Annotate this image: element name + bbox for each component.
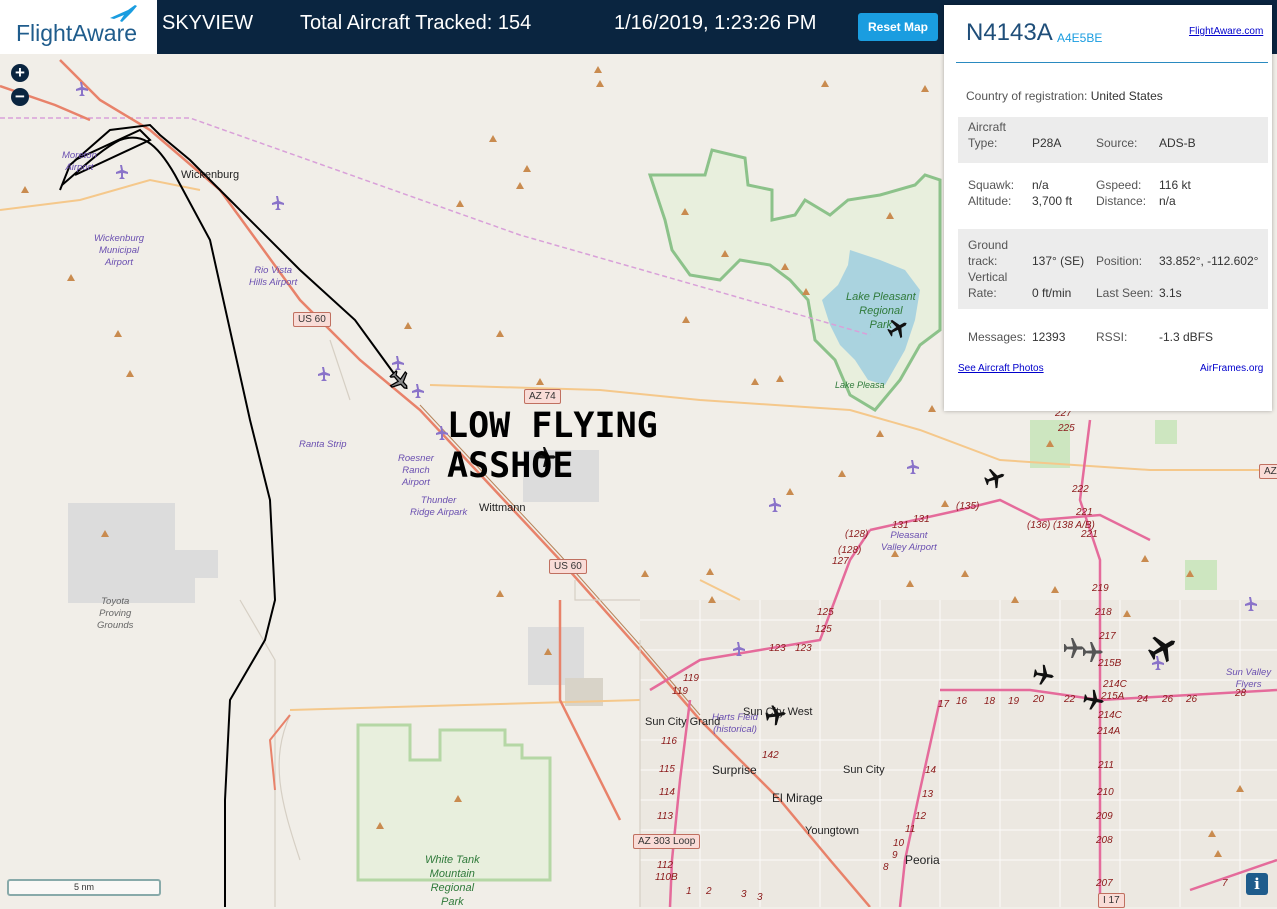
aircraft-marker <box>764 703 788 727</box>
country-of-registration: Country of registration: United States <box>966 89 1163 103</box>
flightaware-logo[interactable]: FlightAware <box>0 0 157 54</box>
zoom-in-button[interactable]: + <box>11 64 29 82</box>
distance-value: n/a <box>1159 194 1176 208</box>
aircraft-hex-code: A4E5BE <box>1057 31 1103 45</box>
last-seen-value: 3.1s <box>1159 286 1182 300</box>
aircraft-marker <box>982 465 1008 491</box>
distance-label: Distance: <box>1096 194 1147 208</box>
app-name: SKYVIEW <box>162 12 254 34</box>
country-label: Country of registration: <box>966 89 1088 103</box>
messages-value: 12393 <box>1032 330 1066 344</box>
squawk-value: n/a <box>1032 178 1049 192</box>
annotation-line-1: LOW FLYING <box>447 406 658 446</box>
aircraft-type-value: P28A <box>1032 136 1062 150</box>
aircraft-type-label: Aircraft Type: <box>968 120 1007 150</box>
see-aircraft-photos-link[interactable]: See Aircraft Photos <box>958 363 1044 374</box>
country-value: United States <box>1090 89 1163 103</box>
aircraft-marker <box>1083 642 1103 662</box>
annotation-line-2: ASSHOE <box>447 446 574 486</box>
aircraft-marker <box>1082 688 1106 712</box>
altitude-value: 3,700 ft <box>1032 194 1073 208</box>
gspeed-value: 116 kt <box>1159 178 1191 192</box>
ground-track-label: Ground track: <box>968 238 1009 268</box>
aircraft-marker <box>884 314 912 342</box>
source-label: Source: <box>1096 136 1138 150</box>
info-row-aircraft-type: Aircraft Type: P28A Source: ADS-B <box>958 117 1268 163</box>
aircraft-marker <box>1064 638 1084 658</box>
last-seen-label: Last Seen: <box>1096 286 1154 300</box>
info-icon[interactable]: i <box>1246 873 1268 895</box>
flightaware-link[interactable]: FlightAware.com <box>1189 26 1263 37</box>
position-label: Position: <box>1096 254 1143 268</box>
position-value: 33.852°, -112.602° <box>1159 254 1259 268</box>
info-row-messages: Messages: 12393 RSSI: -1.3 dBFS <box>958 325 1268 349</box>
info-row-squawk: Squawk: n/a Gspeed: 116 kt Altitude: 3,7… <box>958 175 1268 211</box>
aircraft-marker <box>1143 628 1183 668</box>
source-value: ADS-B <box>1159 136 1196 150</box>
messages-label: Messages: <box>968 330 1027 344</box>
panel-divider <box>956 62 1268 63</box>
plane-logo-icon <box>110 5 137 22</box>
scale-bar: 5 nm <box>7 879 161 896</box>
aircraft-registration: N4143A <box>966 19 1053 46</box>
current-datetime: 1/16/2019, 1:23:26 PM <box>614 12 817 34</box>
annotation-text: LOW FLYING ASSHOE <box>447 406 658 486</box>
ground-track-value: 137° (SE) <box>1032 254 1085 268</box>
aircraft-marker <box>1032 663 1056 687</box>
reset-map-button[interactable]: Reset Map <box>858 13 938 41</box>
vertical-rate-label: Vertical Rate: <box>968 270 1008 300</box>
gspeed-label: Gspeed: <box>1096 178 1142 192</box>
info-row-ground-track: Ground track: 137° (SE) Position: 33.852… <box>958 229 1268 309</box>
zoom-out-button[interactable]: − <box>11 88 29 106</box>
aircraft-tracked-count: Total Aircraft Tracked: 154 <box>300 12 532 34</box>
squawk-label: Squawk: <box>968 178 1015 192</box>
rssi-label: RSSI: <box>1096 330 1128 344</box>
aircraft-info-panel: N4143A A4E5BE FlightAware.com Country of… <box>944 5 1272 411</box>
vertical-rate-value: 0 ft/min <box>1032 286 1072 300</box>
airframes-link[interactable]: AirFrames.org <box>1200 363 1263 374</box>
rssi-value: -1.3 dBFS <box>1159 330 1214 344</box>
selected-aircraft-marker <box>385 366 415 396</box>
altitude-label: Altitude: <box>968 194 1012 208</box>
